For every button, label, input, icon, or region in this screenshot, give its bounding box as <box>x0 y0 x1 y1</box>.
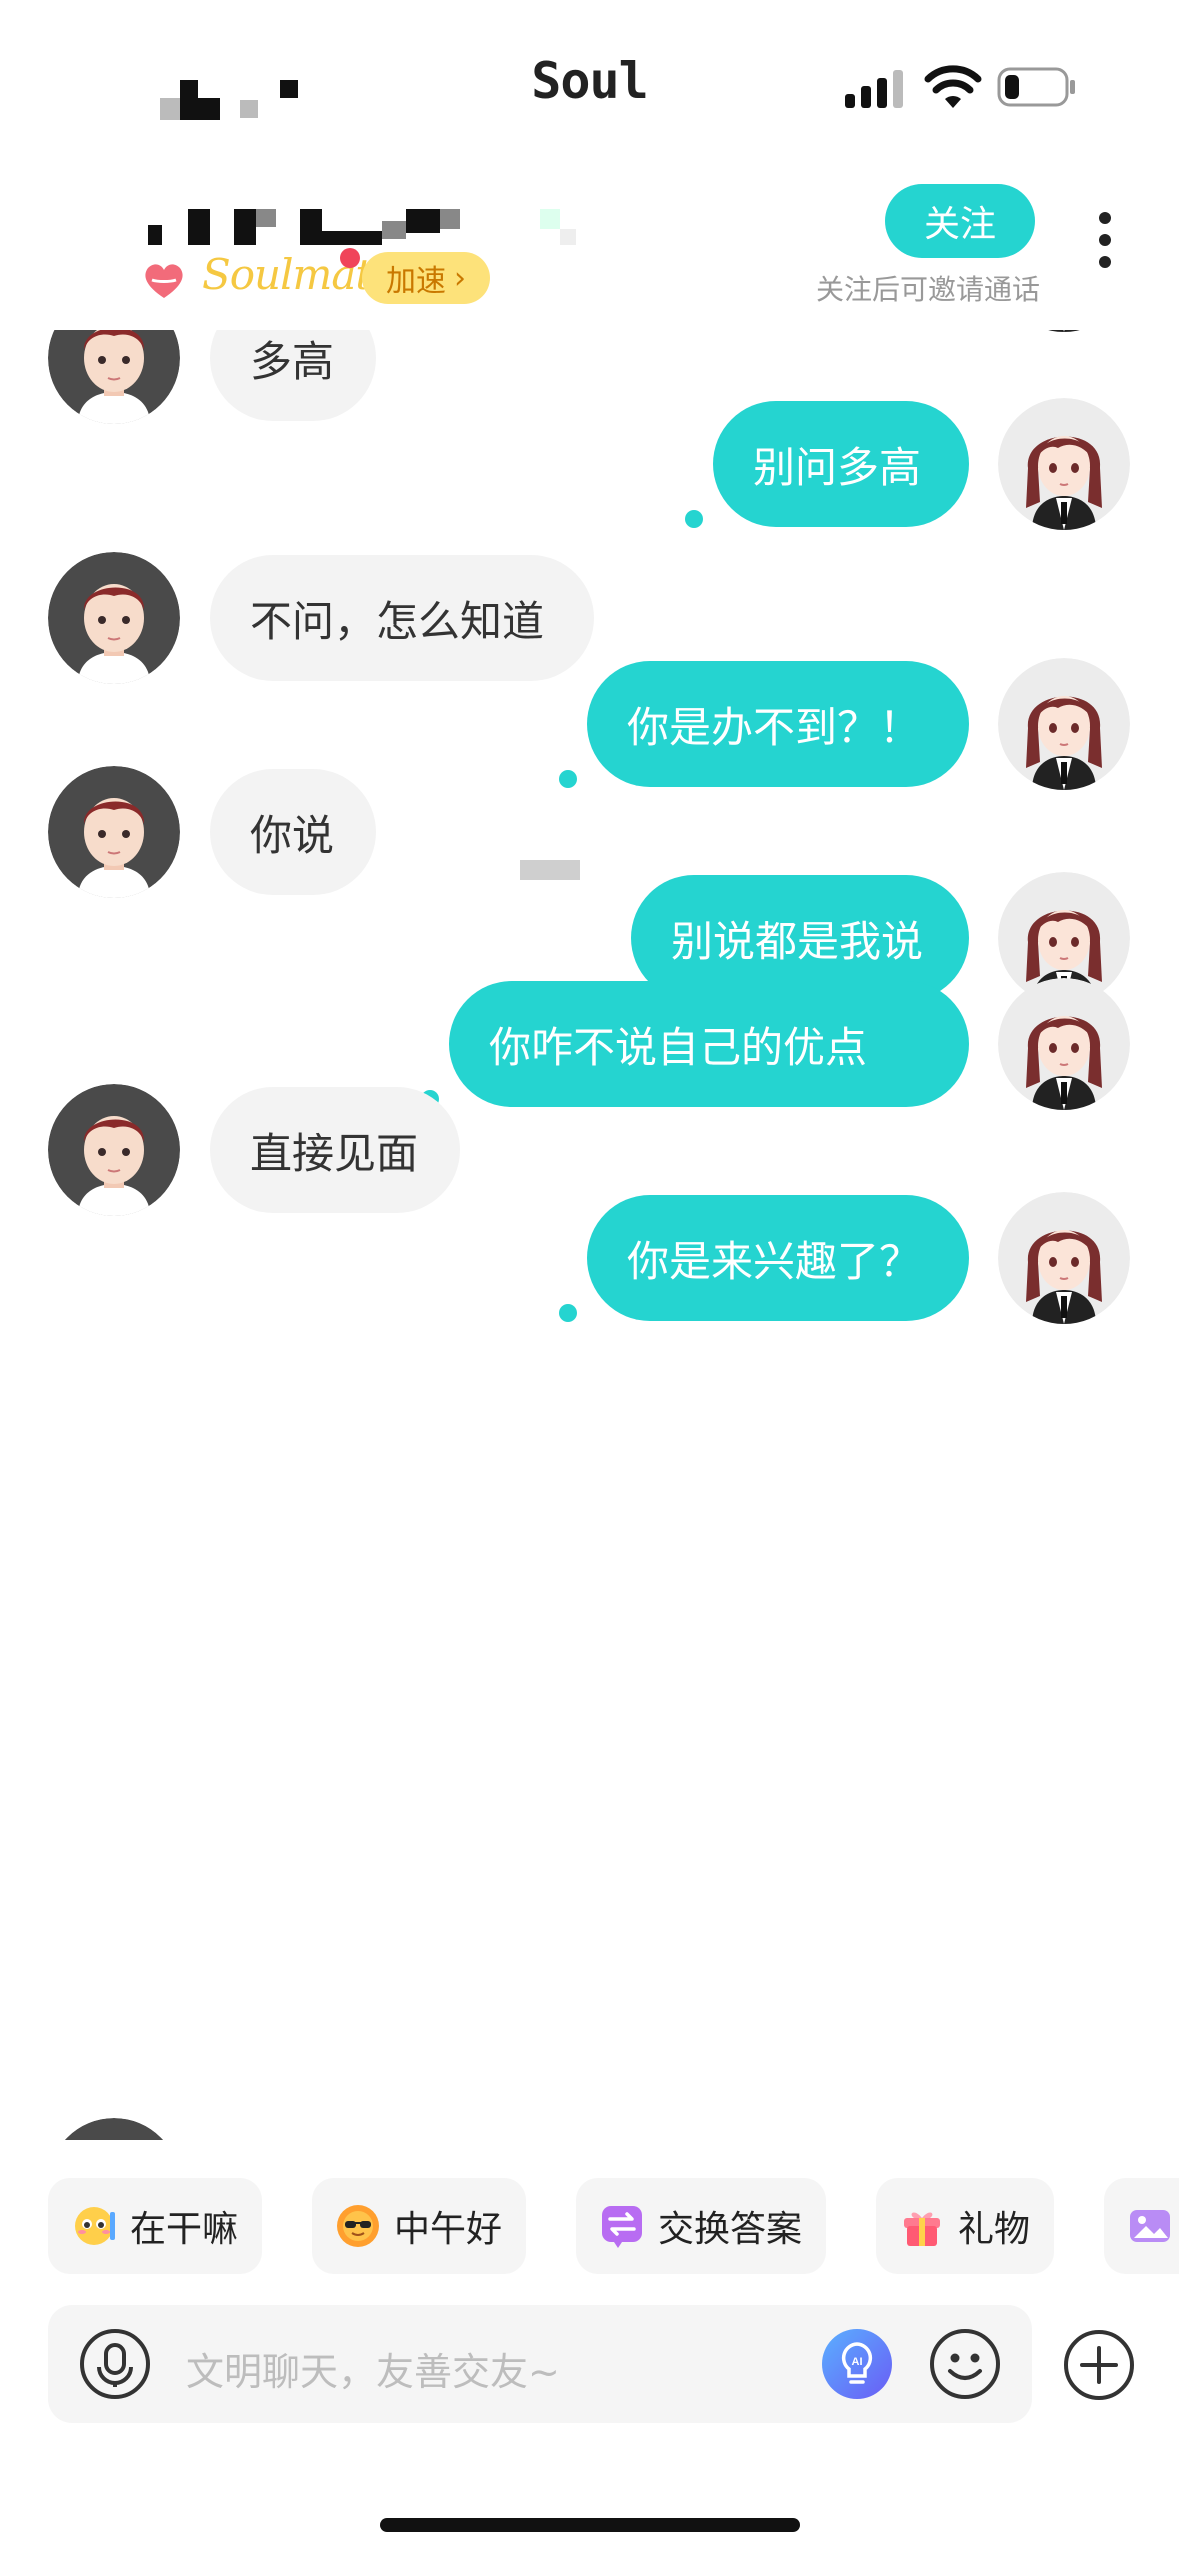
gift-icon <box>904 2212 940 2246</box>
photos-icon <box>1130 2210 1170 2242</box>
voice-icon[interactable] <box>78 2327 152 2401</box>
my-avatar[interactable] <box>998 658 1130 790</box>
incoming-message-bubble[interactable]: 不问，怎么知道 <box>210 555 594 681</box>
chat-area[interactable]: 要求高哦多高别问多高不问，怎么知道你是办不到？！你说别说都是我说你咋不说自己的优… <box>0 300 1179 2140</box>
message-input[interactable]: 文明聊天，友善交友~ <box>186 2341 560 2396</box>
contact-avatar[interactable] <box>48 766 180 898</box>
speed-up-button[interactable]: 加速 › <box>362 252 490 304</box>
emoji-icon[interactable] <box>928 2327 1002 2401</box>
plus-icon[interactable] <box>1062 2328 1136 2402</box>
incoming-message-bubble[interactable]: 你说 <box>210 769 376 895</box>
sun-sunglasses-icon <box>337 2205 379 2247</box>
quick-reply-chip[interactable]: 交换答案 <box>576 2178 827 2274</box>
my-avatar[interactable] <box>998 398 1130 530</box>
swap-icon <box>602 2206 642 2248</box>
contact-avatar[interactable] <box>48 552 180 684</box>
quick-reply-chip-partial[interactable] <box>1104 2178 1179 2274</box>
speed-up-label: 加速 <box>386 264 446 299</box>
read-status-dot <box>559 1304 577 1322</box>
quick-reply-bar: 在干嘛 中午好 交换答案 礼物 <box>0 2170 1179 2274</box>
ai-assistant-icon[interactable]: AI <box>820 2327 894 2401</box>
message-input-bar: 文明聊天，友善交友~ AI <box>48 2305 1032 2423</box>
home-indicator <box>380 2518 800 2532</box>
my-avatar[interactable] <box>998 978 1130 1110</box>
quick-reply-label: 交换答案 <box>658 2209 803 2250</box>
cellular-signal-icon <box>845 68 905 108</box>
status-bar: Soul <box>0 0 1179 150</box>
quick-reply-chip[interactable]: 礼物 <box>876 2178 1055 2274</box>
outgoing-message-bubble[interactable]: 你是来兴趣了？ <box>587 1195 969 1321</box>
timestamp-pixelated <box>520 860 580 880</box>
follow-hint: 关注后可邀请通话 <box>815 273 1040 306</box>
more-options-icon[interactable] <box>1090 212 1120 282</box>
outgoing-message-bubble[interactable]: 你是办不到？！ <box>587 661 969 787</box>
shy-face-icon <box>75 2207 115 2245</box>
chat-header: Soulmate 加速 › 关注 关注后可邀请通话 <box>0 150 1179 330</box>
quick-reply-label: 在干嘛 <box>130 2209 239 2250</box>
heart-icon <box>145 264 183 298</box>
contact-avatar-partial <box>48 2118 180 2140</box>
contact-avatar[interactable] <box>48 1084 180 1216</box>
read-status-dot <box>559 770 577 788</box>
quick-reply-label: 中午好 <box>394 2209 503 2250</box>
battery-icon <box>997 67 1075 107</box>
follow-button[interactable]: 关注 <box>885 184 1035 258</box>
incoming-message-bubble[interactable]: 直接见面 <box>210 1087 460 1213</box>
my-avatar[interactable] <box>998 1192 1130 1324</box>
quick-reply-chip[interactable]: 中午好 <box>312 2178 527 2274</box>
contact-name-pixelated <box>148 195 608 255</box>
wifi-icon <box>924 65 982 108</box>
notification-dot <box>340 248 360 268</box>
svg-text:AI: AI <box>852 2356 863 2368</box>
quick-reply-chip[interactable]: 在干嘛 <box>48 2178 263 2274</box>
outgoing-message-bubble[interactable]: 你咋不说自己的优点 <box>449 981 969 1107</box>
quick-reply-label: 礼物 <box>958 2209 1031 2250</box>
chevron-right-icon: › <box>454 260 466 296</box>
outgoing-message-bubble[interactable]: 别问多高 <box>713 401 969 527</box>
read-status-dot <box>685 510 703 528</box>
